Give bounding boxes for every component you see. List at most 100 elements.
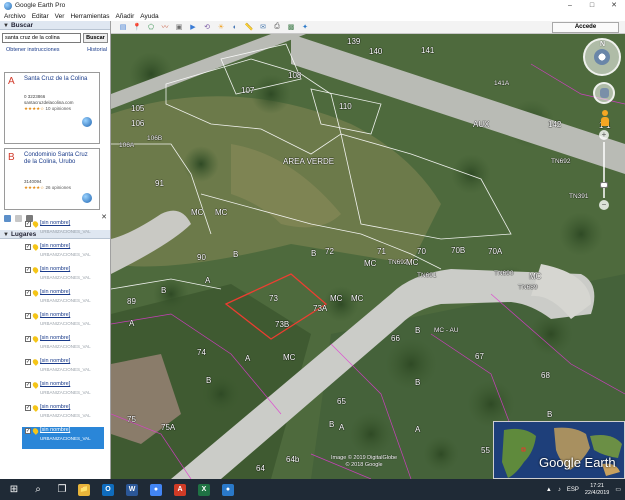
map-label: A [129, 319, 135, 328]
zoom-slider[interactable]: + − [599, 130, 609, 210]
zoom-out-icon[interactable]: − [599, 200, 609, 210]
polygon-icon[interactable]: ⬠ [146, 22, 156, 32]
clock-date: 22/4/2019 [584, 489, 610, 496]
move-control[interactable] [593, 82, 615, 104]
path-icon[interactable]: 〰 [160, 22, 170, 32]
file-explorer-icon[interactable]: 📁 [78, 483, 90, 496]
visibility-checkbox[interactable]: ✓ [25, 405, 31, 411]
list-item[interactable]: ✓ [sin nombre] URBANIZACIONES_VAL [22, 335, 104, 357]
result-reviews[interactable]: 26 opiniones [45, 185, 71, 190]
result-name[interactable]: Santa Cruz de la Colina [24, 76, 96, 83]
result-website[interactable]: santacruzdelacolina.com [24, 100, 74, 105]
visibility-checkbox[interactable]: ✓ [25, 313, 31, 319]
list-item[interactable]: ✓ [sin nombre] URBANIZACIONES_VAL [22, 312, 104, 334]
visibility-checkbox[interactable]: ✓ [25, 244, 31, 250]
search-button[interactable]: Buscar [83, 33, 108, 43]
place-name[interactable]: [sin nombre] [40, 404, 70, 410]
chrome-icon[interactable]: ● [150, 483, 162, 496]
visibility-checkbox[interactable]: ✓ [25, 267, 31, 273]
network-icon[interactable]: ▲ [546, 487, 552, 493]
place-name[interactable]: [sin nombre] [40, 335, 70, 341]
place-name[interactable]: [sin nombre] [40, 266, 70, 272]
word-icon[interactable]: W [126, 483, 138, 496]
list-item[interactable]: ✓ [sin nombre] URBANIZACIONES_VAL [22, 220, 104, 242]
search-section-header[interactable]: ▼ Buscar [0, 21, 110, 30]
place-name[interactable]: [sin nombre] [40, 243, 70, 249]
visibility-checkbox[interactable]: ✓ [25, 359, 31, 365]
history-link[interactable]: Historial [87, 47, 107, 53]
menu-editar[interactable]: Editar [32, 13, 49, 20]
place-name[interactable]: [sin nombre] [40, 220, 70, 226]
list-item[interactable]: ✓ [sin nombre] URBANIZACIONES_VAL [22, 404, 104, 426]
overview-map[interactable]: Google Earth [493, 421, 625, 479]
tour-icon[interactable]: ▶ [188, 22, 198, 32]
look-joystick-icon[interactable] [594, 49, 610, 65]
result-reviews[interactable]: 10 opiniones [45, 106, 71, 111]
planets-icon[interactable]: ◐ [230, 22, 240, 32]
pdf-icon[interactable]: A [174, 483, 186, 496]
hand-icon[interactable] [600, 88, 609, 98]
result-name[interactable]: Condominio Santa Cruz de la Colina, Urub… [24, 152, 96, 166]
overlay-icon[interactable]: ▣ [174, 22, 184, 32]
map-view[interactable]: 139140141141A142AUXTN692TN3911-1106106A1… [111, 34, 625, 479]
street-view-pegman-icon[interactable] [601, 110, 609, 126]
windows-start-icon[interactable]: ⊞ [6, 482, 22, 498]
maximize-button[interactable]: □ [581, 0, 603, 11]
outlook-icon[interactable]: O [102, 483, 114, 496]
search-icon[interactable]: ⌕ [30, 482, 46, 498]
search-row: Buscar [0, 30, 110, 46]
zoom-track[interactable] [600, 142, 608, 198]
list-item[interactable]: ✓ [sin nombre] URBANIZACIONES_VAL [22, 381, 104, 403]
close-button[interactable]: ✕ [603, 0, 625, 11]
place-name[interactable]: [sin nombre] [40, 358, 70, 364]
print-icon[interactable]: ⎙ [272, 22, 282, 32]
notifications-icon[interactable]: ▭ [615, 486, 621, 493]
menu-archivo[interactable]: Archivo [4, 13, 26, 20]
list-item[interactable]: ✓ [sin nombre] URBANIZACIONES_VAL [22, 427, 104, 449]
history-icon[interactable]: ⟲ [202, 22, 212, 32]
ruler-icon[interactable]: 📏 [244, 22, 254, 32]
visibility-checkbox[interactable]: ✓ [25, 382, 31, 388]
placemark-icon[interactable]: 📍 [132, 22, 142, 32]
visibility-checkbox[interactable]: ✓ [25, 221, 31, 227]
task-view-icon[interactable]: ❐ [54, 482, 70, 498]
directions-link[interactable]: Obtener instrucciones [6, 47, 60, 53]
save-image-icon[interactable]: ▩ [286, 22, 296, 32]
search-result-a[interactable]: A Santa Cruz de la Colina 0 3223866 sant… [4, 72, 100, 144]
place-name[interactable]: [sin nombre] [40, 427, 70, 433]
panel-toggle-icon[interactable]: ▤ [118, 22, 128, 32]
volume-icon[interactable]: ♪ [558, 487, 561, 493]
menu-ver[interactable]: Ver [55, 13, 65, 20]
map-label: 74 [197, 348, 206, 357]
clock[interactable]: 17:21 22/4/2019 [585, 483, 609, 497]
zoom-knob[interactable] [600, 182, 608, 188]
excel-icon[interactable]: X [198, 483, 210, 496]
menu-ayuda[interactable]: Ayuda [140, 13, 158, 20]
look-control[interactable]: N [583, 38, 621, 76]
globe-icon[interactable] [82, 117, 92, 127]
list-item[interactable]: ✓ [sin nombre] URBANIZACIONES_VAL [22, 243, 104, 265]
place-name[interactable]: [sin nombre] [40, 381, 70, 387]
sun-icon[interactable]: ☀ [216, 22, 226, 32]
maps-icon[interactable]: ✦ [300, 22, 310, 32]
list-item[interactable]: ✓ [sin nombre] URBANIZACIONES_VAL [22, 358, 104, 380]
email-icon[interactable]: ✉ [258, 22, 268, 32]
list-item[interactable]: ✓ [sin nombre] URBANIZACIONES_VAL [22, 266, 104, 288]
visibility-checkbox[interactable]: ✓ [25, 290, 31, 296]
language-indicator[interactable]: ESP [567, 487, 579, 493]
signin-button[interactable]: Accede [552, 22, 619, 33]
visibility-checkbox[interactable]: ✓ [25, 336, 31, 342]
menu-anadir[interactable]: Añadir [115, 13, 134, 20]
menu-herramientas[interactable]: Herramientas [70, 13, 109, 20]
visibility-checkbox[interactable]: ✓ [25, 428, 31, 434]
globe-icon[interactable] [82, 193, 92, 203]
place-name[interactable]: [sin nombre] [40, 289, 70, 295]
search-result-b[interactable]: B Condominio Santa Cruz de la Colina, Ur… [4, 148, 100, 210]
list-item[interactable]: ✓ [sin nombre] URBANIZACIONES_VAL [22, 289, 104, 311]
place-name[interactable]: [sin nombre] [40, 312, 70, 318]
zoom-in-icon[interactable]: + [599, 130, 609, 140]
north-indicator[interactable]: N [600, 41, 605, 48]
minimize-button[interactable]: – [559, 0, 581, 11]
search-input[interactable] [2, 33, 81, 43]
google-earth-icon[interactable]: ● [222, 483, 234, 496]
